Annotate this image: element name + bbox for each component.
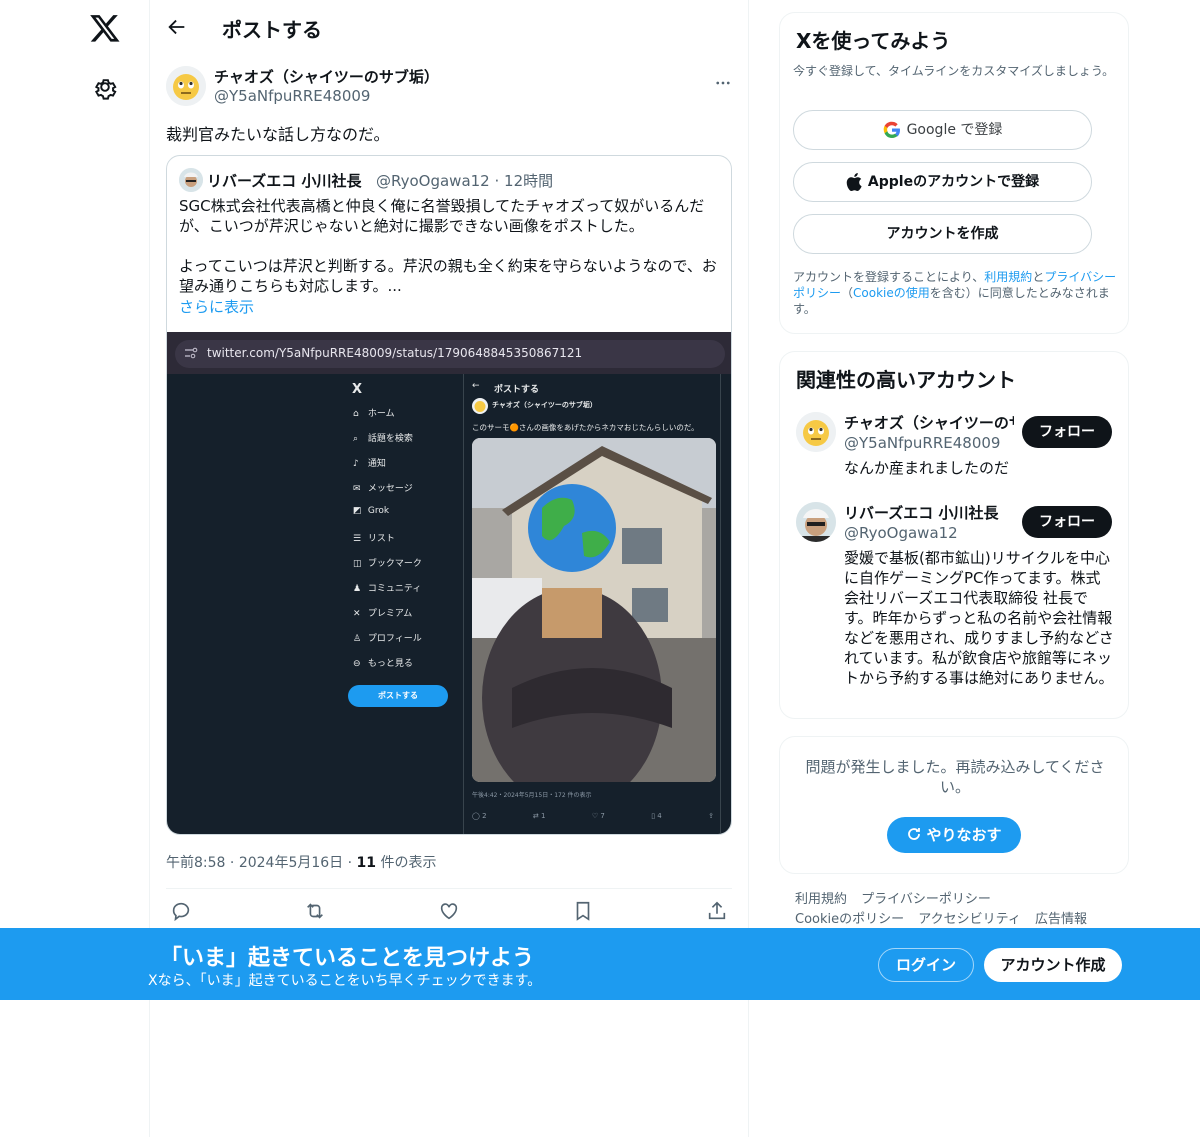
page-header: ポストする	[150, 0, 748, 55]
grok-nav-item: ◩ Grok	[353, 506, 390, 516]
home-nav-item: ⌂ ホーム	[353, 409, 395, 419]
follow-button[interactable]: フォロー	[1022, 506, 1112, 538]
quote-image[interactable]: twitter.com/Y5aNfpuRRE48009/status/17906…	[167, 332, 731, 834]
error-message: 問題が発生しました。再読み込みしてください。	[805, 758, 1105, 796]
footer-terms-link[interactable]: 利用規約	[795, 892, 847, 907]
footer-accessibility-link[interactable]: アクセシビリティ	[918, 912, 1021, 927]
create-account-button[interactable]: アカウントを作成	[793, 214, 1092, 254]
quote-avatar	[179, 168, 203, 192]
google-signup-button[interactable]: Google で登録	[793, 110, 1092, 150]
banner-subtitle: Xなら、「いま」起きていることをいち早くチェックできます。	[148, 973, 542, 989]
share-icon: ⇪	[708, 812, 714, 820]
like-icon: ♡ 7	[591, 812, 605, 820]
browser-url-bar: twitter.com/Y5aNfpuRRE48009/status/17906…	[167, 332, 731, 374]
gear-icon[interactable]	[92, 74, 118, 100]
account-bio: 愛媛で基板(都市鉱山)リサイクルを中心に自作ゲーミングPC作ってます。株式会社リ…	[844, 549, 1114, 687]
site-settings-icon	[185, 347, 198, 359]
account-handle[interactable]: @Y5aNfpuRRE48009	[844, 434, 1000, 452]
communities-nav-item: ♟ コミュニティ	[353, 584, 422, 594]
quote-text: SGC株式会社代表高橋と仲良く俺に名誉毀損してたチャオズって奴がいるんだが、こい…	[179, 197, 717, 295]
avatar	[472, 398, 488, 414]
quote-author-name: リバーズエコ 小川社長	[207, 172, 362, 190]
page-title: ポストする	[222, 18, 322, 42]
back-arrow-icon[interactable]	[166, 16, 188, 38]
terms-link[interactable]: 利用規約	[984, 270, 1032, 284]
inner-actions: ◯ 2 ⇄ 1 ♡ 7 ▯ 4 ⇪	[472, 812, 714, 824]
follow-button[interactable]: フォロー	[1022, 416, 1112, 448]
inner-photo	[472, 438, 716, 782]
login-banner: 「いま」起きていることを見つけよう Xなら、「いま」起きていることをいち早くチェ…	[0, 928, 1200, 1000]
inner-post-text: このサーモ🟠さんの画像をあげたからネカマおじたんらしいのだ。	[472, 423, 699, 432]
bookmarks-nav-item: ◫ ブックマーク	[353, 559, 422, 569]
signup-terms: アカウントを登録することにより、利用規約とプライバシーポリシー（Cookieの使…	[793, 270, 1117, 316]
banner-title: 「いま」起きていることを見つけよう	[160, 946, 535, 971]
cookie-link[interactable]: Cookieの使用	[853, 286, 930, 300]
google-icon	[883, 121, 900, 138]
profile-nav-item: ♙ プロフィール	[353, 634, 422, 644]
account-item[interactable]: リバーズエコ 小川社長 @RyoOgawa12 愛媛で基板(都市鉱山)リサイクル…	[796, 502, 1116, 712]
reply-icon[interactable]	[170, 900, 192, 922]
reply-icon: ◯ 2	[472, 812, 487, 820]
quote-meta: @RyoOgawa12 · 12時間	[376, 172, 554, 190]
bookmark-icon[interactable]	[572, 900, 594, 922]
author-name[interactable]: チャオズ（シャイツーのサブ垢）	[214, 66, 439, 87]
lists-nav-item: ☰ リスト	[353, 534, 395, 544]
messages-nav-item: ✉ メッセージ	[353, 484, 413, 494]
refresh-icon	[908, 828, 921, 840]
premium-nav-item: ✕ プレミアム	[353, 609, 413, 619]
login-button[interactable]: ログイン	[878, 948, 974, 982]
repost-icon: ⇄ 1	[532, 812, 546, 820]
views-count: 11	[356, 855, 377, 871]
more-nav-item: ⊖ もっと見る	[353, 659, 413, 669]
notifications-nav-item: ♪ 通知	[353, 459, 386, 469]
signup-button[interactable]: アカウント作成	[984, 948, 1122, 982]
author-handle[interactable]: @Y5aNfpuRRE48009	[214, 87, 370, 105]
account-name[interactable]: チャオズ（シャイツーのサブ垢）	[844, 412, 1014, 433]
like-icon[interactable]	[438, 900, 460, 922]
account-item[interactable]: チャオズ（シャイツーのサブ垢） @Y5aNfpuRRE48009 なんか産まれま…	[796, 412, 1116, 482]
avatar[interactable]	[166, 66, 206, 106]
x-logo-icon: X	[352, 382, 363, 397]
post-meta: 午前8:58 · 2024年5月16日 · 11 件の表示	[166, 855, 437, 871]
avatar[interactable]	[796, 502, 836, 542]
account-handle[interactable]: @RyoOgawa12	[844, 524, 958, 542]
post-nav-button: ポストする	[348, 685, 448, 707]
divider	[166, 888, 732, 889]
footer-cookie-link[interactable]: Cookieのポリシー	[795, 912, 904, 927]
apple-signup-button[interactable]: Appleのアカウントで登録	[793, 162, 1092, 202]
post-text: 裁判官みたいな話し方なのだ。	[166, 125, 390, 144]
post-author: チャオズ（シャイツーのサブ垢） @Y5aNfpuRRE48009	[166, 66, 732, 110]
inner-author-name: チャオズ（シャイツーのサブ垢）	[492, 401, 597, 409]
signup-subtitle: 今すぐ登録して、タイムラインをカスタマイズしましょう。	[793, 64, 1115, 78]
error-card: 問題が発生しました。再読み込みしてください。 やりなおす	[779, 736, 1129, 874]
account-name[interactable]: リバーズエコ 小川社長	[844, 502, 1014, 523]
inner-post-meta: 午後4:42・2024年5月15日・172 件の表示	[472, 792, 592, 799]
footer-privacy-link[interactable]: プライバシーポリシー	[861, 892, 991, 907]
footer-ads-link[interactable]: 広告情報	[1035, 912, 1087, 927]
footer-links: 利用規約 プライバシーポリシー Cookieのポリシー アクセシビリティ 広告情…	[795, 890, 1115, 930]
apple-icon	[846, 173, 862, 191]
share-icon[interactable]	[706, 900, 728, 922]
related-accounts-card: 関連性の高いアカウント チャオズ（シャイツーのサブ垢） @Y5aNfpuRRE4…	[779, 351, 1129, 719]
inner-title: ポストする	[494, 385, 540, 395]
related-title: 関連性の高いアカウント	[796, 368, 1016, 392]
show-more-link[interactable]: さらに表示	[179, 296, 254, 317]
more-options-icon[interactable]	[714, 74, 732, 92]
back-arrow-icon: ←	[472, 381, 480, 391]
signup-title: Xを使ってみよう	[796, 29, 951, 53]
inner-post: ← ポストする チャオズ（シャイツーのサブ垢） このサーモ🟠さんの画像をあげたか…	[463, 374, 721, 834]
retry-button[interactable]: やりなおす	[887, 817, 1021, 853]
url-text: twitter.com/Y5aNfpuRRE48009/status/17906…	[207, 346, 583, 360]
account-bio: なんか産まれましたのだ	[844, 459, 1010, 477]
signup-card: Xを使ってみよう 今すぐ登録して、タイムラインをカスタマイズしましょう。 Goo…	[779, 12, 1129, 334]
explore-nav-item: ⌕ 話題を検索	[353, 434, 413, 444]
avatar[interactable]	[796, 412, 836, 452]
bookmark-icon: ▯ 4	[651, 812, 662, 820]
repost-icon[interactable]	[304, 900, 326, 922]
post-actions	[170, 900, 730, 924]
quoted-post[interactable]: リバーズエコ 小川社長 @RyoOgawa12 · 12時間 SGC株式会社代表…	[166, 155, 732, 835]
x-logo-icon[interactable]	[89, 12, 121, 44]
